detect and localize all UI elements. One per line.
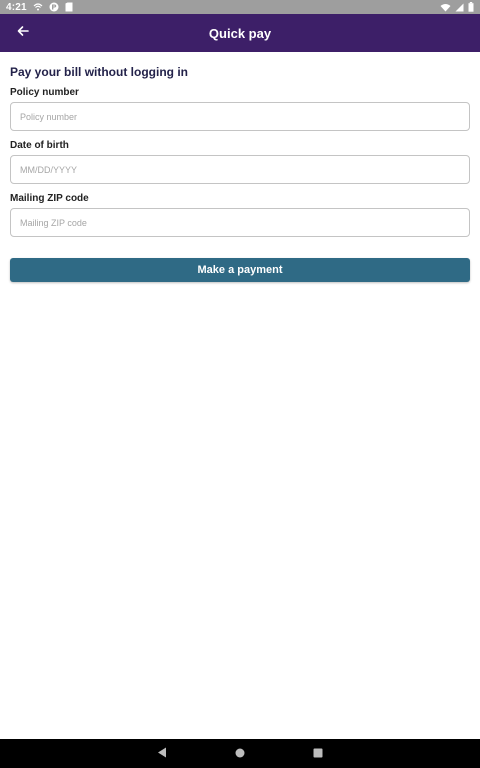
- back-triangle-icon: [157, 745, 167, 763]
- make-payment-button[interactable]: Make a payment: [10, 258, 470, 282]
- back-button[interactable]: [12, 22, 34, 44]
- sim-card-icon: [65, 2, 73, 12]
- arrow-left-icon: [17, 24, 29, 42]
- policy-number-input[interactable]: [10, 102, 470, 131]
- home-circle-icon: [235, 745, 245, 763]
- zip-code-input[interactable]: [10, 208, 470, 237]
- policy-number-label: Policy number: [10, 87, 79, 98]
- svg-text:P: P: [51, 4, 56, 12]
- status-right: [440, 2, 474, 12]
- status-left: 4:21 P: [6, 2, 73, 13]
- date-of-birth-input[interactable]: [10, 155, 470, 184]
- page-title: Quick pay: [208, 25, 272, 41]
- status-time: 4:21: [6, 1, 27, 13]
- battery-icon: [468, 2, 474, 12]
- signal-icon: [455, 3, 464, 12]
- form-heading: Pay your bill without logging in: [10, 65, 188, 79]
- system-nav-bar: [0, 739, 480, 768]
- app-bar: Quick pay: [0, 14, 480, 52]
- zip-code-label: Mailing ZIP code: [10, 193, 89, 204]
- date-of-birth-label: Date of birth: [10, 140, 69, 151]
- nav-recents-button[interactable]: [308, 744, 328, 764]
- wifi-assist-icon: [33, 2, 43, 12]
- wifi-icon: [440, 3, 451, 12]
- quick-pay-form: Pay your bill without logging in Policy …: [10, 52, 470, 282]
- nav-home-button[interactable]: [230, 744, 250, 764]
- podcast-icon: P: [49, 2, 59, 12]
- nav-back-button[interactable]: [152, 744, 172, 764]
- recents-square-icon: [313, 745, 323, 763]
- status-bar: 4:21 P: [0, 0, 480, 14]
